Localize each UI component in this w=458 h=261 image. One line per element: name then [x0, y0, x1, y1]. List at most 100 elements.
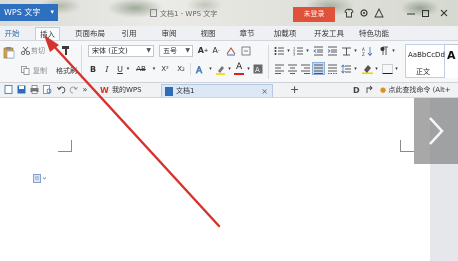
gear-icon[interactable]: [358, 8, 369, 19]
font-name-value: 宋体 (正文): [92, 47, 128, 55]
distribute-icon[interactable]: [326, 63, 338, 75]
borders-icon[interactable]: [381, 63, 393, 75]
tab-document-1[interactable]: 文档1 ×: [161, 84, 273, 97]
bullet-list-icon[interactable]: [273, 45, 285, 56]
redo-icon[interactable]: [68, 85, 78, 95]
font-name-select[interactable]: 宋体 (正文) ▼: [88, 45, 154, 57]
outdent-icon[interactable]: [312, 45, 324, 56]
copy-icon[interactable]: [20, 65, 30, 75]
chevron-down-icon[interactable]: ▾: [374, 63, 379, 75]
sort-icon[interactable]: AZ: [361, 45, 373, 56]
close-icon[interactable]: ×: [261, 85, 268, 98]
shading-icon[interactable]: [361, 63, 373, 75]
align-left-icon[interactable]: [273, 63, 285, 75]
font-size-select[interactable]: 五号 ▼: [159, 45, 193, 57]
tab-chapter[interactable]: 章节: [236, 27, 258, 40]
chevron-down-icon[interactable]: ▾: [391, 45, 396, 56]
format-painter-label[interactable]: 格式刷: [56, 66, 77, 76]
undo-icon[interactable]: [56, 85, 66, 95]
close-icon[interactable]: [438, 8, 449, 19]
pinyin-icon[interactable]: [240, 45, 251, 56]
subscript-button[interactable]: X₂: [174, 63, 188, 75]
new-doc-icon[interactable]: [3, 85, 13, 95]
minimize-icon[interactable]: [405, 8, 416, 19]
tab-developer[interactable]: 开发工具: [311, 27, 347, 40]
shirt-icon[interactable]: [343, 8, 354, 19]
tab-view[interactable]: 视图: [197, 27, 219, 40]
clear-format-icon[interactable]: [225, 45, 236, 56]
grow-font-icon[interactable]: A +: [198, 45, 208, 56]
tab-insert[interactable]: 插入: [35, 27, 60, 40]
more-icon[interactable]: »: [80, 85, 90, 95]
share-icon[interactable]: [364, 85, 374, 95]
chevron-down-icon[interactable]: ▾: [286, 45, 291, 56]
line-spacing-icon[interactable]: [340, 63, 352, 75]
crop-mark-top-right: [400, 140, 414, 152]
chevron-down-icon[interactable]: ▾: [353, 45, 358, 56]
char-border-icon[interactable]: A: [252, 63, 263, 75]
login-button[interactable]: 未登录: [293, 7, 335, 22]
document-page[interactable]: [0, 98, 430, 261]
chevron-down-icon[interactable]: ▾: [125, 63, 131, 75]
font-color-letter: A: [236, 62, 243, 72]
scissors-icon[interactable]: [20, 45, 30, 55]
print-preview-icon[interactable]: [42, 85, 52, 95]
indent-icon[interactable]: [326, 45, 338, 56]
command-search-label: 点此查找命令 (Alt+: [388, 86, 451, 94]
document-icon: [150, 9, 157, 17]
window-title: 文档1 - WPS 文字: [150, 9, 217, 19]
tab-references[interactable]: 引用: [118, 27, 140, 40]
shrink-font-icon[interactable]: A-: [211, 45, 221, 56]
paragraph-layout-icon[interactable]: [33, 174, 47, 185]
window-title-text: 文档1 - WPS 文字: [160, 10, 218, 18]
chevron-down-icon[interactable]: ▾: [208, 63, 213, 75]
format-painter-icon[interactable]: [60, 44, 72, 56]
print-icon[interactable]: [29, 85, 39, 95]
skin-icon[interactable]: [373, 7, 384, 19]
restore-icon[interactable]: [420, 8, 431, 19]
svg-text:D: D: [353, 86, 360, 94]
bold-button[interactable]: B: [88, 63, 98, 75]
vertical-scrollbar[interactable]: [430, 164, 458, 261]
numbered-list-icon[interactable]: 123: [292, 45, 304, 56]
divider: [190, 63, 191, 75]
underline-button[interactable]: U: [115, 63, 125, 75]
paste-icon[interactable]: [2, 45, 16, 59]
highlight-icon[interactable]: [214, 63, 226, 75]
paragraph-marks-icon[interactable]: [378, 45, 390, 56]
font-color-button[interactable]: A: [233, 62, 245, 75]
justify-icon[interactable]: [312, 62, 325, 75]
superscript-button[interactable]: X²: [158, 63, 172, 75]
new-tab-button[interactable]: +: [290, 84, 299, 96]
chevron-down-icon[interactable]: ▾: [305, 45, 310, 56]
command-search[interactable]: ● 点此查找命令 (Alt+: [380, 84, 451, 97]
next-page-button[interactable]: [414, 98, 458, 164]
tab-my-wps[interactable]: W 我的WPS: [98, 84, 150, 97]
chevron-down-icon[interactable]: ▾: [151, 63, 157, 75]
save-icon[interactable]: [16, 85, 26, 95]
strikethrough-button[interactable]: AB: [133, 63, 149, 75]
tab-addins[interactable]: 加载项: [271, 27, 299, 40]
tab-review[interactable]: 审阅: [158, 27, 180, 40]
chevron-down-icon[interactable]: ▾: [227, 63, 232, 75]
style-preview: AaBbCcDd: [408, 51, 445, 59]
tab-home[interactable]: 开始: [2, 27, 22, 40]
chevron-down-icon[interactable]: ▾: [394, 63, 399, 75]
tab-features[interactable]: 特色功能: [356, 27, 392, 40]
style-next[interactable]: A: [445, 44, 458, 78]
chevron-down-icon[interactable]: ▾: [246, 63, 251, 75]
chinese-layout-icon[interactable]: [340, 45, 352, 56]
app-menu-button[interactable]: WPS 文字 ▾: [0, 4, 58, 21]
align-right-icon[interactable]: [299, 63, 311, 75]
italic-button[interactable]: I: [102, 63, 112, 75]
cut-label[interactable]: 剪切: [31, 46, 45, 56]
chevron-down-icon[interactable]: ▾: [353, 63, 358, 75]
style-normal[interactable]: AaBbCcDd 正文: [405, 44, 445, 78]
font-color-swatch: [234, 73, 244, 75]
chevron-down-icon: ▼: [185, 47, 190, 54]
layout-switch-icon[interactable]: D: [351, 85, 361, 95]
align-center-icon[interactable]: [286, 63, 298, 75]
text-effect-icon[interactable]: A: [194, 63, 206, 75]
copy-label[interactable]: 复制: [33, 66, 47, 76]
tab-page-layout[interactable]: 页面布局: [72, 27, 108, 40]
